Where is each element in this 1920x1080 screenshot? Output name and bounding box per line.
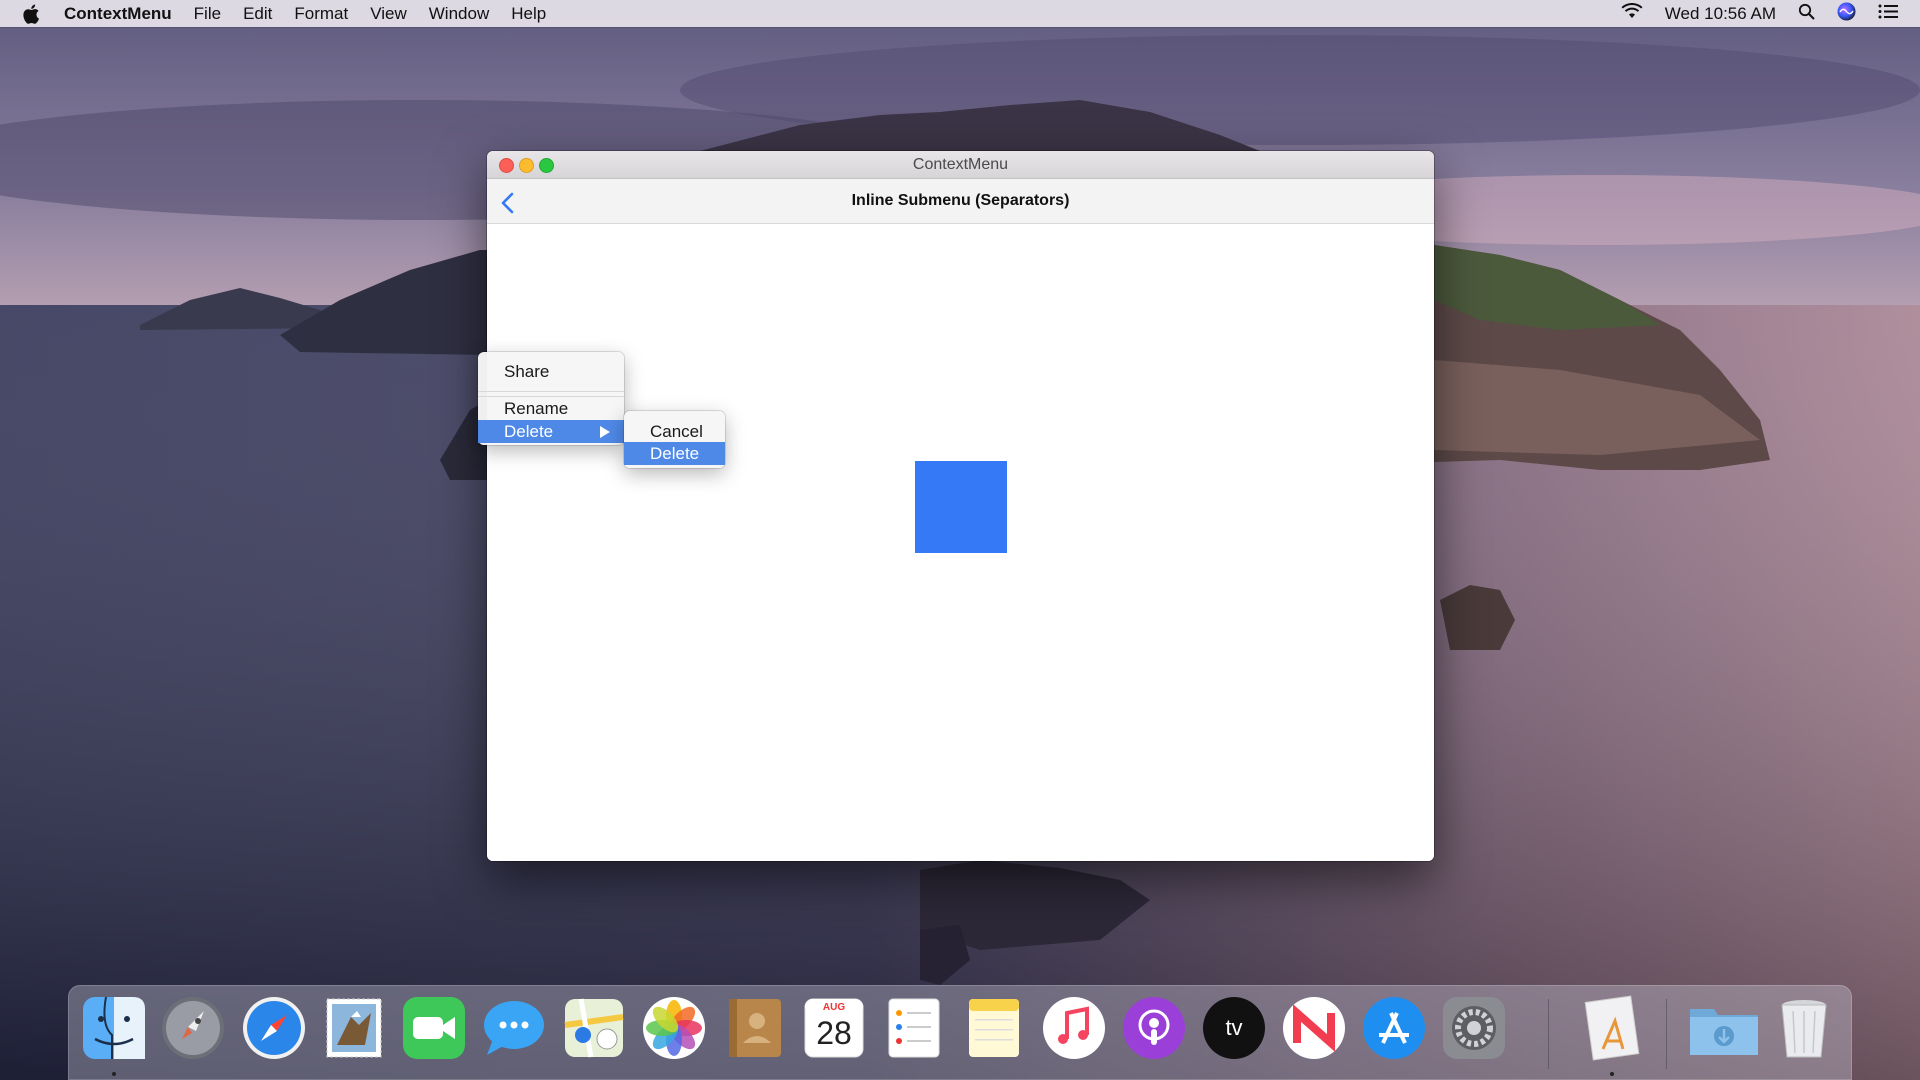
news-icon[interactable] (1281, 995, 1347, 1061)
menu-item-share[interactable]: Share (478, 360, 624, 383)
photos-icon[interactable] (641, 995, 707, 1061)
wifi-icon[interactable] (1621, 3, 1643, 24)
safari-icon[interactable] (241, 995, 307, 1061)
menu-bar: ContextMenu File Edit Format View Window… (0, 0, 1920, 27)
context-menu-target-square[interactable] (915, 461, 1007, 553)
xcode-icon[interactable] (1579, 995, 1645, 1061)
menu-separator (478, 391, 624, 392)
menu-help[interactable]: Help (511, 4, 546, 24)
mail-icon[interactable] (321, 995, 387, 1061)
tv-label: tv (1225, 1015, 1243, 1040)
menu-format[interactable]: Format (294, 4, 348, 24)
maps-icon[interactable] (561, 995, 627, 1061)
system-preferences-icon[interactable] (1441, 995, 1507, 1061)
window-titlebar[interactable]: ContextMenu (487, 151, 1434, 179)
menu-app-name[interactable]: ContextMenu (64, 4, 172, 24)
launchpad-icon[interactable] (160, 995, 226, 1061)
menu-file[interactable]: File (194, 4, 221, 24)
notification-center-icon[interactable] (1878, 4, 1898, 24)
running-indicator (1610, 1072, 1614, 1076)
dock: AUG 28 tv (68, 985, 1852, 1080)
app-store-icon[interactable] (1361, 995, 1427, 1061)
contacts-icon[interactable] (721, 995, 787, 1061)
menu-item-rename[interactable]: Rename (478, 397, 624, 420)
calendar-day: 28 (816, 1015, 852, 1051)
navigation-bar: Inline Submenu (Separators) (487, 179, 1434, 224)
context-menu: Share Rename Delete (478, 352, 624, 445)
messages-icon[interactable] (481, 995, 547, 1061)
calendar-month: AUG (822, 1002, 846, 1013)
submenu-item-cancel[interactable]: Cancel (624, 420, 725, 443)
siri-icon[interactable] (1837, 2, 1856, 26)
content-area (487, 224, 1434, 861)
submenu-item-delete[interactable]: Delete (624, 442, 725, 465)
dock-divider (1666, 999, 1667, 1069)
menu-edit[interactable]: Edit (243, 4, 272, 24)
search-icon[interactable] (1798, 3, 1815, 25)
menu-window[interactable]: Window (429, 4, 489, 24)
delete-submenu: Cancel Delete (624, 411, 725, 468)
music-icon[interactable] (1041, 995, 1107, 1061)
apple-menu-icon[interactable] (22, 3, 44, 25)
page-title: Inline Submenu (Separators) (851, 192, 1070, 209)
back-chevron-icon[interactable] (497, 189, 521, 214)
menu-view[interactable]: View (370, 4, 407, 24)
zoom-button[interactable] (539, 158, 554, 173)
menu-item-delete[interactable]: Delete (478, 420, 624, 443)
calendar-icon[interactable]: AUG 28 (801, 995, 867, 1061)
window-title: ContextMenu (912, 156, 1009, 173)
podcasts-icon[interactable] (1121, 995, 1187, 1061)
submenu-arrow-icon (600, 426, 610, 438)
app-window: ContextMenu Inline Submenu (Separators) (487, 151, 1434, 861)
close-button[interactable] (499, 158, 514, 173)
facetime-icon[interactable] (401, 995, 467, 1061)
reminders-icon[interactable] (881, 995, 947, 1061)
finder-icon[interactable] (81, 995, 147, 1061)
trash-icon[interactable] (1771, 995, 1837, 1061)
notes-icon[interactable] (961, 995, 1027, 1061)
tv-icon[interactable]: tv (1201, 995, 1267, 1061)
minimize-button[interactable] (519, 158, 534, 173)
running-indicator (112, 1072, 116, 1076)
menu-clock[interactable]: Wed 10:56 AM (1665, 4, 1776, 24)
downloads-folder-icon[interactable] (1688, 995, 1758, 1061)
dock-divider (1548, 999, 1549, 1069)
